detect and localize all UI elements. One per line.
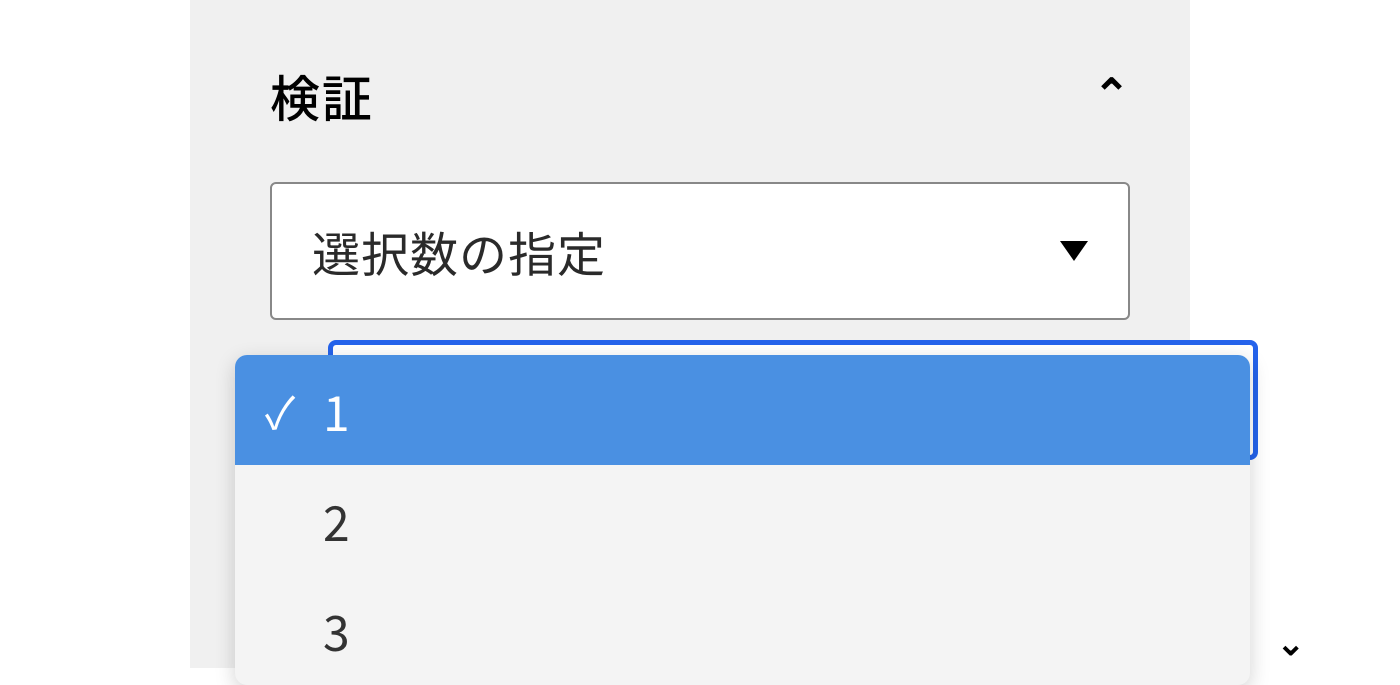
- validation-type-dropdown[interactable]: 選択数の指定: [270, 182, 1130, 320]
- option-3[interactable]: 3: [235, 575, 1250, 685]
- chevron-up-icon: ⌃: [1093, 59, 1130, 123]
- option-text: 2: [323, 485, 350, 555]
- section-title: 検証: [270, 60, 374, 132]
- triangle-down-icon: [1060, 241, 1088, 261]
- option-text: 3: [323, 595, 350, 665]
- dropdown-label: 選択数の指定: [312, 216, 606, 286]
- dropdown-options-menu: ✓ 1 2 3: [235, 355, 1250, 685]
- option-2[interactable]: 2: [235, 465, 1250, 575]
- section-header-validation[interactable]: 検証 ⌃: [270, 60, 1130, 132]
- option-1[interactable]: ✓ 1: [235, 355, 1250, 465]
- settings-panel: 検証 ⌃ 選択数の指定 ✓ 1 2 3 コラボレーション ⌄: [190, 0, 1190, 668]
- check-icon: ✓: [265, 378, 301, 442]
- option-text: 1: [323, 375, 350, 445]
- chevron-down-icon: ⌄: [1277, 616, 1306, 665]
